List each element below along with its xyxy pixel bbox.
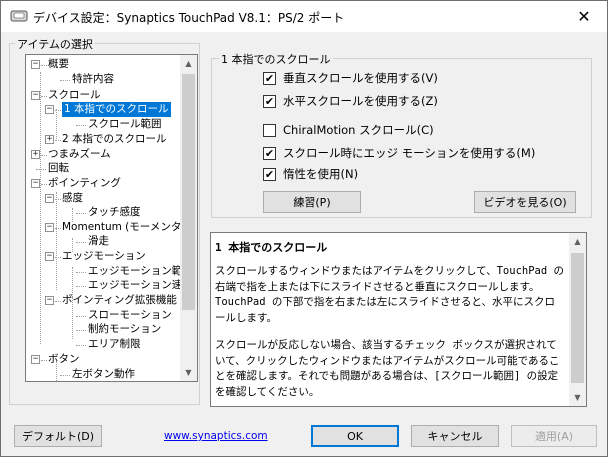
description-scroll-thumb[interactable]: [571, 253, 584, 383]
cancel-button[interactable]: キャンセル: [411, 425, 499, 447]
tree-item[interactable]: 2 本指でのスクロール: [62, 132, 167, 147]
collapse-icon[interactable]: −: [31, 60, 40, 69]
collapse-icon[interactable]: −: [45, 252, 54, 261]
tree-item[interactable]: 回転: [48, 161, 69, 176]
tree-connector: [76, 125, 86, 126]
description-paragraph-2: スクロールが反応しない場合、該当するチェック ボックスが選択されていて、クリック…: [215, 339, 560, 398]
tree-scroll-thumb[interactable]: [182, 74, 195, 310]
tree-connector: [41, 184, 47, 185]
tree-item[interactable]: スクロール: [48, 88, 101, 103]
horizontal-scroll-checkbox[interactable]: ✔ 水平スクロールを使用する(Z): [263, 93, 438, 109]
settings-tree[interactable]: − 概要 特許内容 − スクロール −1 本指でのスクロール スクロール範囲 +2 本指でのス…: [25, 54, 198, 382]
tree-connector: [76, 316, 86, 317]
ok-button[interactable]: OK: [311, 425, 399, 447]
description-paragraph-1: スクロールするウィンドウまたはアイテムをクリックして、TouchPad の右端で…: [215, 265, 565, 324]
expand-icon[interactable]: +: [45, 135, 54, 144]
checkbox-box[interactable]: ✔: [263, 71, 276, 85]
tree-item[interactable]: タッチ感度: [88, 205, 141, 220]
tree-connector: [55, 228, 61, 229]
device-settings-window: デバイス設定：Synaptics TouchPad V8.1：PS/2 ポート …: [0, 0, 608, 457]
settings-group-label: 1 本指でのスクロール: [219, 51, 333, 67]
tree-item[interactable]: つまみズーム: [48, 147, 111, 162]
description-scrollbar[interactable]: ▲ ▼: [569, 233, 586, 406]
tree-connector: [55, 199, 61, 200]
tree-connector: [76, 213, 86, 214]
tree-item[interactable]: 特許内容: [72, 72, 114, 87]
tree-connector: [41, 65, 47, 66]
close-icon: ✕: [577, 7, 591, 26]
tree-connector: [76, 345, 86, 346]
collapse-icon[interactable]: −: [45, 105, 54, 114]
tree-connector: [60, 80, 70, 81]
tree-item[interactable]: エッジモーション範囲: [88, 264, 193, 279]
collapse-icon[interactable]: −: [45, 223, 54, 232]
tree-item[interactable]: スクロール範囲: [88, 117, 162, 132]
tree-connector: [76, 242, 86, 243]
window-title: デバイス設定：Synaptics TouchPad V8.1：PS/2 ポート: [33, 11, 345, 25]
description-title: 1 本指でのスクロール: [215, 241, 328, 254]
checkbox-box[interactable]: [263, 123, 276, 137]
checkbox-box[interactable]: ✔: [263, 146, 276, 160]
tree-connector: [76, 286, 86, 287]
tree-connector: [76, 272, 86, 273]
tree-scrollbar[interactable]: ▲ ▼: [180, 55, 197, 381]
chiralmotion-scroll-checkbox[interactable]: ChiralMotion スクロール(C): [263, 122, 434, 138]
watch-video-button[interactable]: ビデオを見る(O): [474, 191, 576, 213]
tree-item[interactable]: 感度: [62, 191, 83, 206]
practice-button[interactable]: 練習(P): [263, 191, 361, 213]
tree-item[interactable]: 滑走: [88, 234, 109, 249]
tree-connector: [36, 169, 46, 170]
tree-item[interactable]: 概要: [48, 57, 69, 72]
apply-button[interactable]: 適用(A): [511, 425, 597, 447]
tree-connector: [55, 257, 61, 258]
checkbox-box[interactable]: ✔: [263, 94, 276, 108]
scroll-up-icon[interactable]: ▲: [569, 233, 586, 250]
tree-connector: [76, 330, 86, 331]
collapse-icon[interactable]: −: [31, 91, 40, 100]
tree-item[interactable]: ボタン: [48, 352, 80, 367]
tree-connector: [55, 301, 61, 302]
description-panel: 1 本指でのスクロール スクロールするウィンドウまたはアイテムをクリックして、T…: [210, 232, 587, 407]
expand-icon[interactable]: +: [31, 150, 40, 159]
touchpad-app-icon: [10, 10, 28, 22]
checkbox-box[interactable]: ✔: [263, 167, 276, 181]
collapse-icon[interactable]: −: [45, 194, 54, 203]
tree-item[interactable]: エッジモーション: [62, 249, 146, 264]
scroll-down-icon[interactable]: ▼: [180, 364, 197, 381]
scroll-down-icon[interactable]: ▼: [569, 389, 586, 406]
tree-item[interactable]: ポインティング: [48, 176, 121, 191]
edge-motion-scroll-checkbox[interactable]: ✔ スクロール時にエッジ モーションを使用する(M): [263, 145, 535, 161]
synaptics-link[interactable]: www.synaptics.com: [164, 430, 268, 442]
tree-item[interactable]: スローモーション: [88, 308, 172, 323]
tree-item[interactable]: エリア制限: [88, 337, 141, 352]
close-button[interactable]: ✕: [561, 1, 607, 32]
collapse-icon[interactable]: −: [31, 179, 40, 188]
default-button[interactable]: デフォルト(D): [14, 425, 102, 447]
collapse-icon[interactable]: −: [45, 296, 54, 305]
tree-item[interactable]: 制約モーション: [88, 322, 161, 337]
inertia-checkbox[interactable]: ✔ 惰性を使用(N): [263, 166, 358, 182]
tree-item[interactable]: 1 本指でのスクロール: [62, 102, 171, 117]
items-group-label: アイテムの選択: [15, 36, 95, 52]
tree-connector: [55, 140, 61, 141]
scroll-up-icon[interactable]: ▲: [180, 55, 197, 72]
title-bar: デバイス設定：Synaptics TouchPad V8.1：PS/2 ポート …: [1, 1, 607, 32]
collapse-icon[interactable]: −: [31, 355, 40, 364]
tree-connector: [41, 96, 47, 97]
tree-item[interactable]: 左ボタン動作: [72, 367, 135, 381]
tree-item[interactable]: エッジモーション速度: [88, 278, 193, 293]
vertical-scroll-checkbox[interactable]: ✔ 垂直スクロールを使用する(V): [263, 70, 438, 86]
tree-item[interactable]: ポインティング拡張機能: [62, 293, 177, 308]
tree-connector: [41, 360, 47, 361]
tree-connector: [55, 110, 61, 111]
tree-connector: [41, 155, 47, 156]
tree-connector: [60, 375, 70, 376]
tree-item[interactable]: Momentum (モーメンタム): [62, 220, 196, 235]
